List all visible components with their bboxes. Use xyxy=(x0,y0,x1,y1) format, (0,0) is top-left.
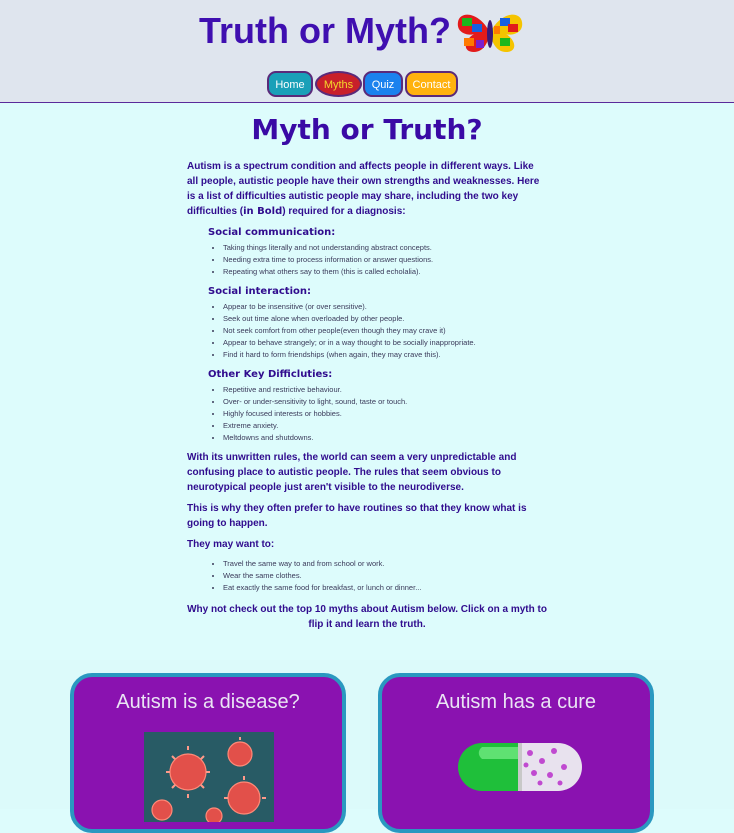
list-item: Appear to behave strangely; or in a way … xyxy=(223,337,547,349)
list-item: Not seek comfort from other people(even … xyxy=(223,325,547,337)
list-item: Find it hard to form friendships (when a… xyxy=(223,349,547,361)
list-item: Extreme anxiety. xyxy=(223,420,547,432)
social-interaction-list: Appear to be insensitive (or over sensit… xyxy=(187,301,547,361)
intro-bold-text: in Bold xyxy=(243,206,283,217)
section-title-social-interaction: Social interaction: xyxy=(208,286,311,297)
social-communication-list: Taking things literally and not understa… xyxy=(187,242,547,278)
routines-list: Travel the same way to and from school o… xyxy=(187,558,547,594)
list-item: Needing extra time to process informatio… xyxy=(223,254,547,266)
list-item: Taking things literally and not understa… xyxy=(223,242,547,254)
site-header: Truth or Myth? Home Myths Quiz Contact xyxy=(0,0,734,103)
world-paragraph: With its unwritten rules, the world can … xyxy=(187,452,517,493)
list-item: Appear to be insensitive (or over sensit… xyxy=(223,301,547,313)
other-difficulties-list: Repetitive and restrictive behaviour. Ov… xyxy=(187,384,547,444)
nav-myths-button[interactable]: Myths xyxy=(315,71,362,97)
list-item: Seek out time alone when overloaded by o… xyxy=(223,313,547,325)
list-item: Highly focused interests or hobbies. xyxy=(223,408,547,420)
intro-paragraph: Autism is a spectrum condition and affec… xyxy=(187,159,547,219)
may-want-paragraph: They may want to: xyxy=(187,539,275,550)
main-content: Myth or Truth? Autism is a spectrum cond… xyxy=(187,113,547,632)
nav-home-button[interactable]: Home xyxy=(267,71,313,97)
list-item: Repeating what others say to them (this … xyxy=(223,266,547,278)
section-title-social-communication: Social communication: xyxy=(208,227,336,238)
list-item: Over- or under-sensitivity to light, sou… xyxy=(223,396,547,408)
list-item: Meltdowns and shutdowns. xyxy=(223,432,547,444)
myth-card-title: Autism is a disease? xyxy=(116,691,300,713)
section-title-other-difficulties: Other Key Difficluties: xyxy=(208,369,333,380)
list-item: Wear the same clothes. xyxy=(223,570,547,582)
intro-text-end: ) required for a diagnosis: xyxy=(282,206,406,217)
list-item: Eat exactly the same food for breakfast,… xyxy=(223,582,547,594)
list-item: Travel the same way to and from school o… xyxy=(223,558,547,570)
myths-cta-text: Why not check out the top 10 myths about… xyxy=(187,604,547,630)
pill-capsule-image xyxy=(458,743,582,791)
site-title: Truth or Myth? xyxy=(199,10,451,51)
myth-card-title: Autism has a cure xyxy=(435,691,597,713)
page-heading: Myth or Truth? xyxy=(251,113,483,146)
routines-paragraph: This is why they often prefer to have ro… xyxy=(187,503,527,529)
puzzle-butterfly-logo xyxy=(457,14,523,52)
nav-contact-button[interactable]: Contact xyxy=(405,71,458,97)
myth-card-disease[interactable]: Autism is a disease? xyxy=(70,673,346,833)
nav-quiz-button[interactable]: Quiz xyxy=(363,71,403,97)
myth-card-cure[interactable]: Autism has a cure xyxy=(378,673,654,833)
list-item: Repetitive and restrictive behaviour. xyxy=(223,384,547,396)
